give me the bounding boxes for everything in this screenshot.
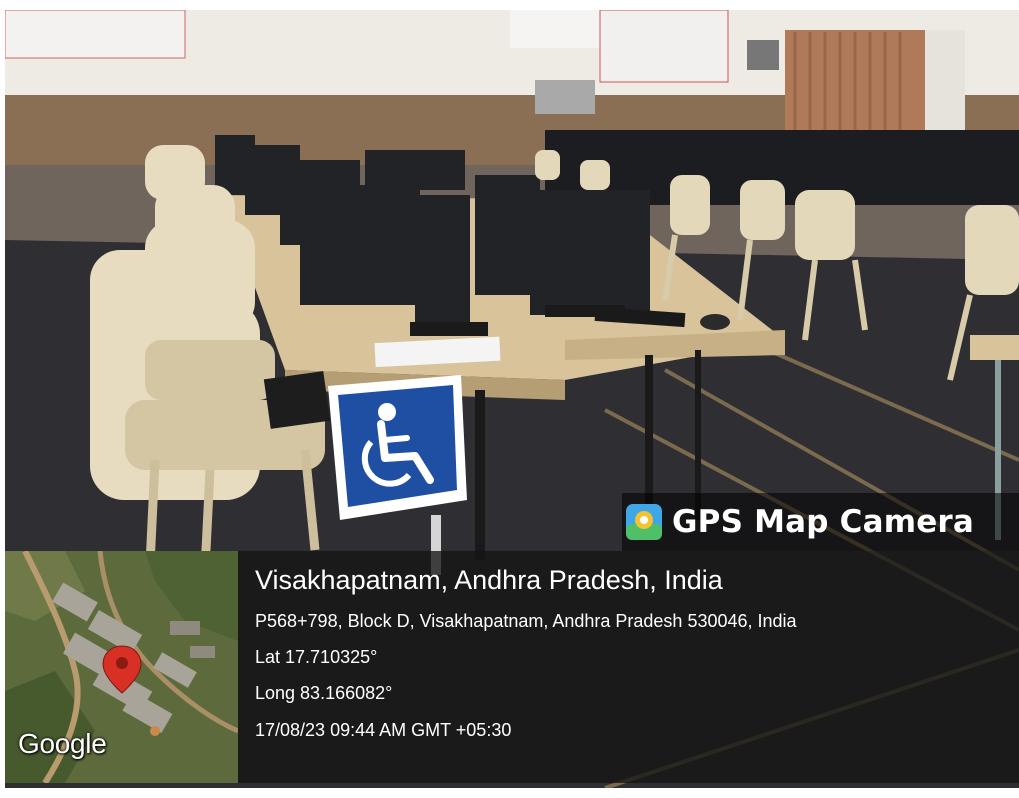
map-attribution: Google (18, 728, 107, 759)
location-address: P568+798, Block D, Visakhapatnam, Andhra… (255, 611, 797, 631)
location-title: Visakhapatnam, Andhra Pradesh, India (255, 565, 723, 595)
gps-map-camera-app-icon (624, 502, 664, 542)
wheelchair-accessibility-icon (328, 375, 467, 520)
location-details: Visakhapatnam, Andhra Pradesh, India P56… (238, 551, 1019, 783)
latitude-text: Lat 17.710325° (255, 647, 378, 667)
timestamp-text: 17/08/23 09:44 AM GMT +05:30 (255, 720, 512, 740)
location-info-bar: Google Visakhapatnam, Andhra Pradesh, In… (5, 551, 1019, 783)
app-watermark: GPS Map Camera (622, 493, 1019, 551)
app-name: GPS Map Camera (672, 504, 975, 540)
map-thumbnail: Google (5, 551, 238, 783)
longitude-text: Long 83.166082° (255, 683, 393, 703)
